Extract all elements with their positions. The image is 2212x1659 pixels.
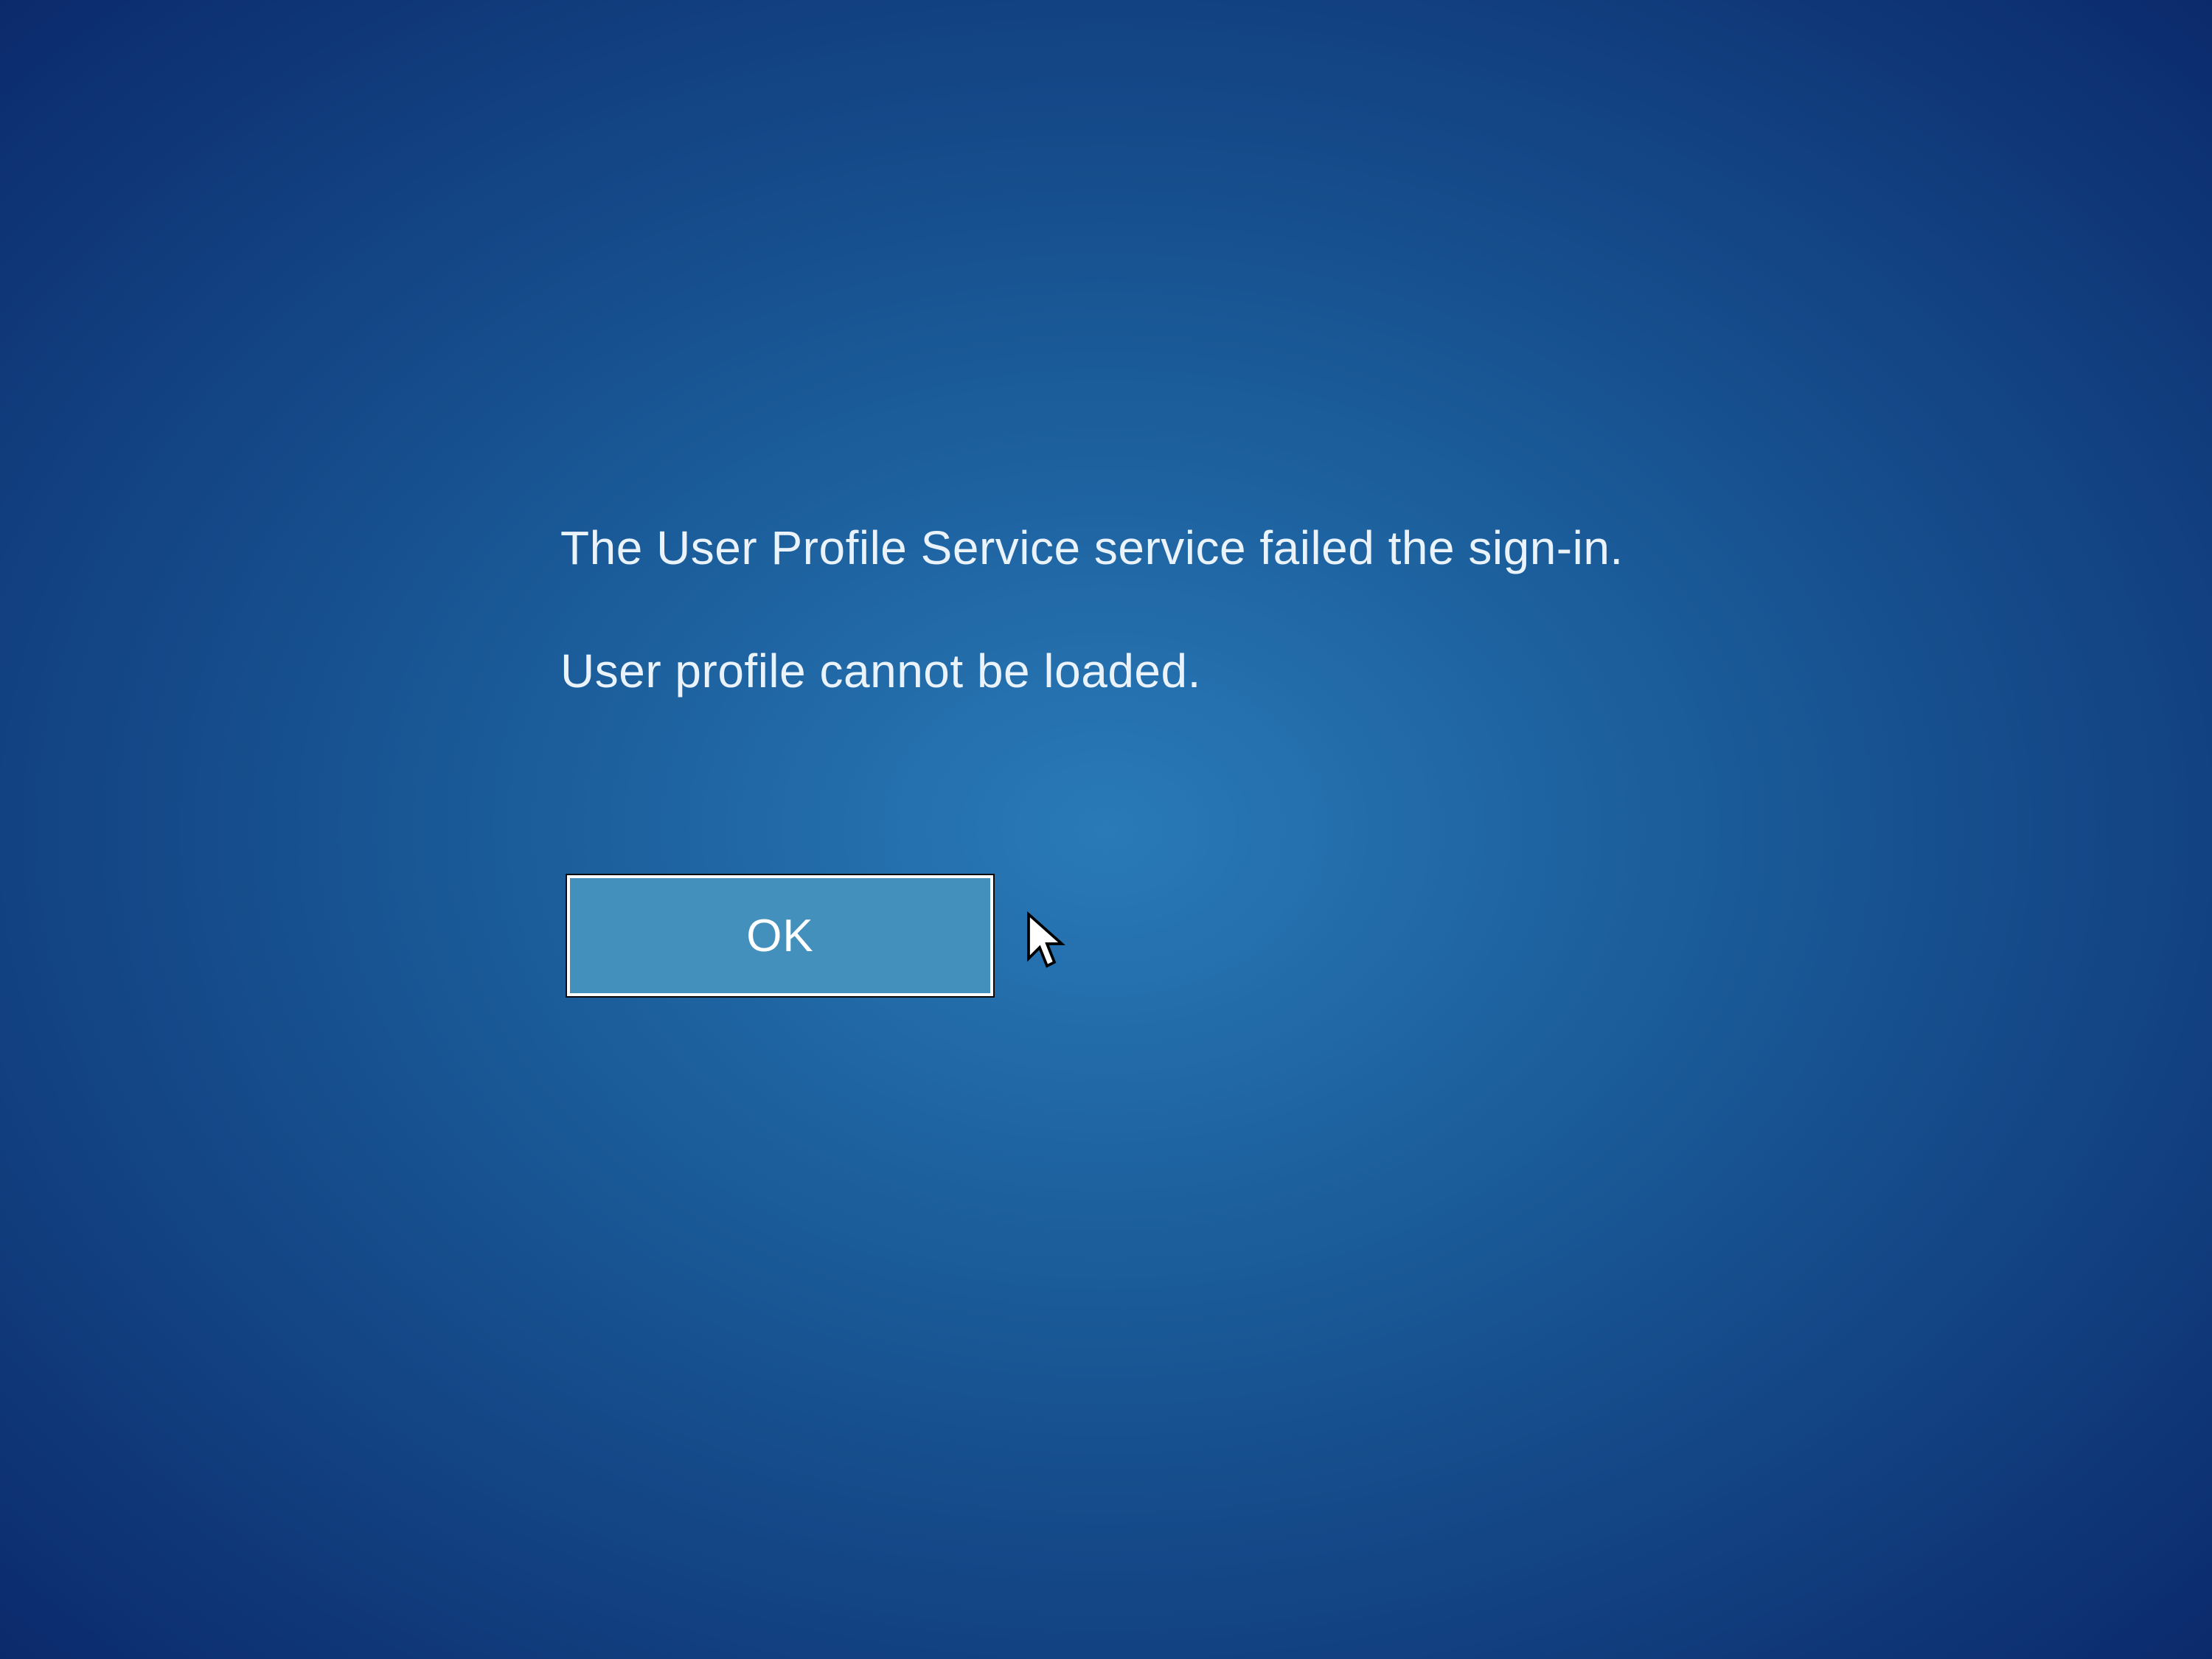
error-message-line2: User profile cannot be loaded. xyxy=(560,643,1624,700)
error-message-line1: The User Profile Service service failed … xyxy=(560,520,1624,577)
cursor-icon xyxy=(1025,911,1069,977)
ok-button[interactable]: OK xyxy=(566,874,995,998)
error-message-container: The User Profile Service service failed … xyxy=(560,520,1624,700)
